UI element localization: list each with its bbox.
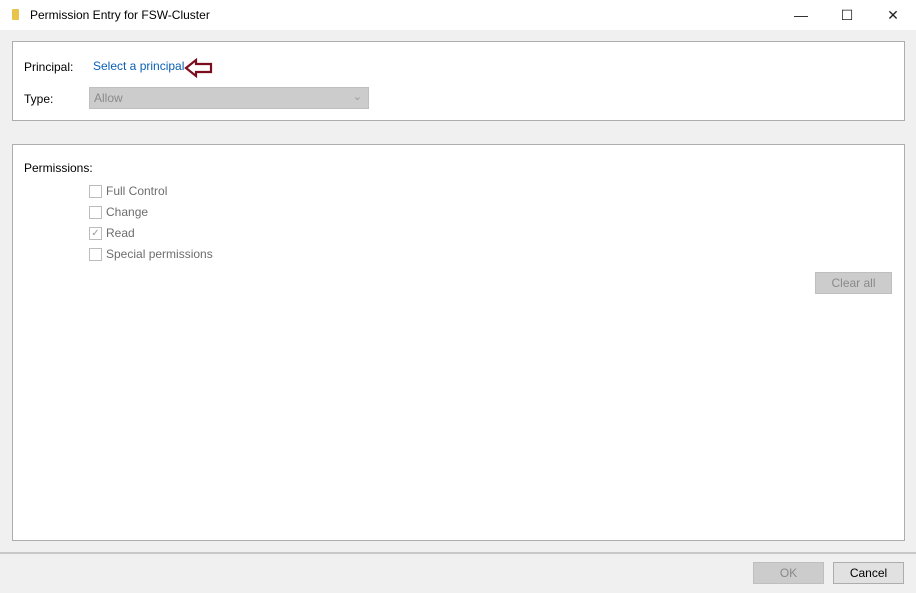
checkbox-label: Change <box>106 205 149 219</box>
chevron-down-icon: ⌄ <box>352 91 362 103</box>
window-title: Permission Entry for FSW-Cluster <box>30 8 210 22</box>
title-bar: Permission Entry for FSW-Cluster — ☐ ✕ <box>0 0 916 30</box>
checkbox-box[interactable] <box>89 205 102 219</box>
checkbox-label: Full Control <box>106 184 168 198</box>
type-value: Allow <box>94 91 123 105</box>
checkbox-box[interactable] <box>89 184 102 198</box>
principal-label: Principal: <box>24 60 74 74</box>
close-button[interactable]: ✕ <box>870 0 916 30</box>
checkbox-change[interactable]: Change <box>89 205 148 219</box>
checkbox-full-control[interactable]: Full Control <box>89 184 167 198</box>
folder-icon <box>12 9 19 20</box>
select-principal-link[interactable]: Select a principal <box>93 59 184 73</box>
checkbox-label: Special permissions <box>106 247 213 261</box>
permissions-panel <box>12 144 905 541</box>
checkbox-read[interactable]: ✓ Read <box>89 226 135 240</box>
footer-divider <box>0 552 916 554</box>
checkbox-label: Read <box>106 226 135 240</box>
minimize-button[interactable]: — <box>778 0 824 30</box>
clear-all-button[interactable]: Clear all <box>815 272 892 294</box>
checkbox-box[interactable] <box>89 247 102 261</box>
principal-panel <box>12 41 905 121</box>
arrow-left-icon <box>184 57 213 79</box>
maximize-button[interactable]: ☐ <box>824 0 870 30</box>
type-label: Type: <box>24 92 54 106</box>
ok-button[interactable]: OK <box>753 562 824 584</box>
permissions-label: Permissions: <box>24 161 93 175</box>
type-dropdown[interactable]: Allow ⌄ <box>89 87 369 109</box>
check-icon[interactable]: ✓ <box>89 226 102 240</box>
checkbox-special-permissions[interactable]: Special permissions <box>89 247 213 261</box>
cancel-button[interactable]: Cancel <box>833 562 904 584</box>
